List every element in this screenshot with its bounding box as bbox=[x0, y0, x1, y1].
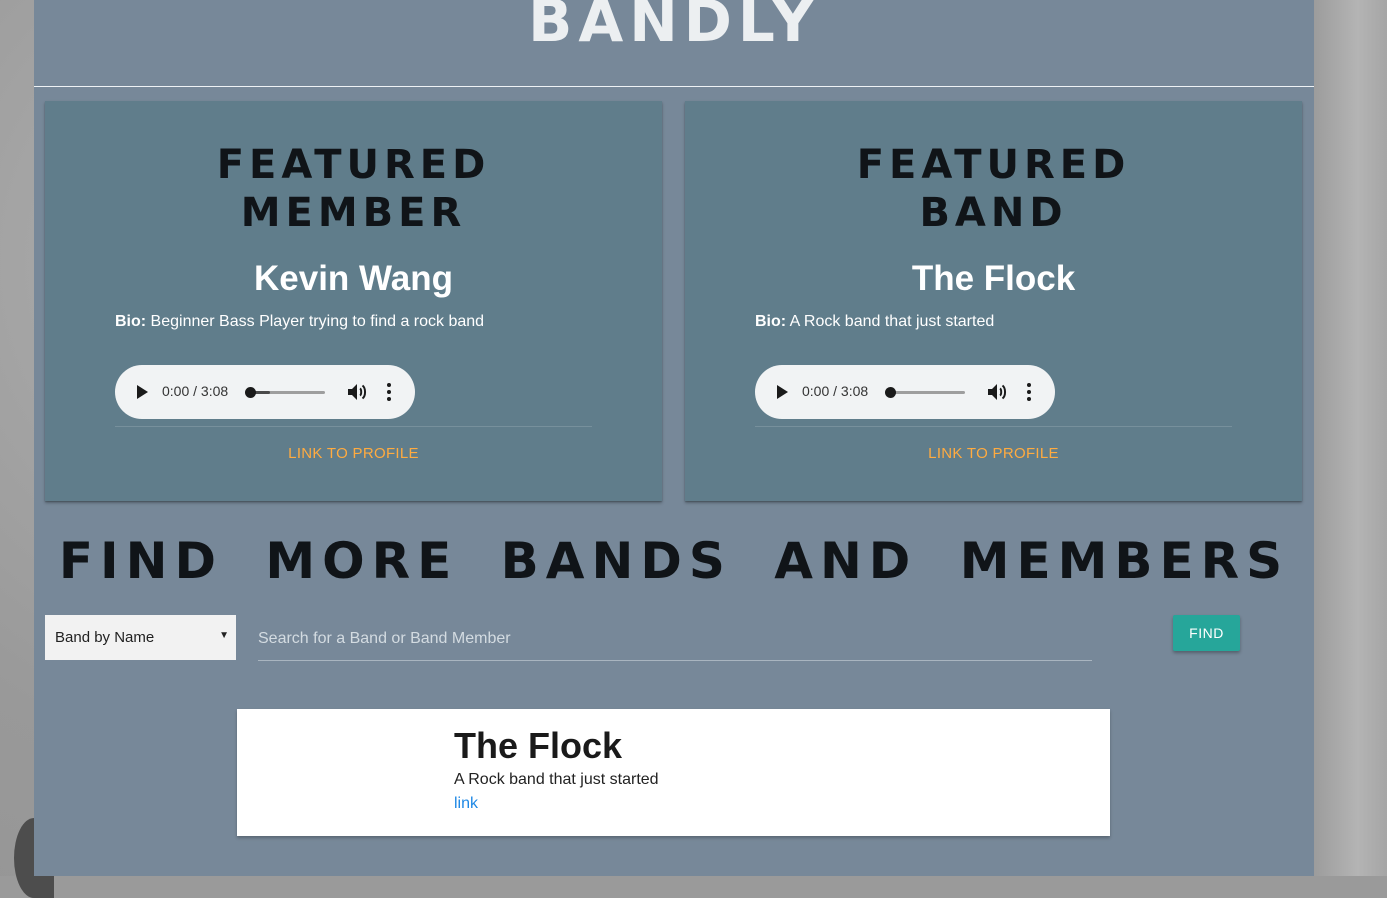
card-action-divider bbox=[115, 426, 592, 427]
featured-band-name: The Flock bbox=[911, 259, 1076, 298]
play-icon[interactable] bbox=[777, 385, 788, 399]
more-options-icon[interactable] bbox=[387, 383, 391, 401]
play-icon[interactable] bbox=[137, 385, 148, 399]
bio-text: Beginner Bass Player trying to find a ro… bbox=[146, 313, 485, 330]
audio-seek-slider[interactable] bbox=[245, 387, 325, 398]
result-link[interactable]: link bbox=[454, 795, 478, 813]
search-type-select[interactable]: Band by Name ▼ bbox=[45, 615, 236, 660]
bio-label: Bio: bbox=[115, 313, 147, 330]
member-profile-link[interactable]: LINK TO PROFILE bbox=[45, 445, 662, 462]
featured-band-heading: FEATURED BAND bbox=[856, 142, 1131, 236]
background-right-strip bbox=[1314, 0, 1387, 876]
audio-seek-slider[interactable] bbox=[885, 387, 965, 398]
volume-icon[interactable] bbox=[346, 382, 368, 402]
bio-label: Bio: bbox=[755, 313, 787, 330]
result-name: The Flock bbox=[454, 725, 623, 766]
brand-logo[interactable]: BANDLY bbox=[34, 0, 1314, 56]
audio-time: 0:00 / 3:08 bbox=[802, 383, 869, 399]
band-profile-link[interactable]: LINK TO PROFILE bbox=[685, 445, 1302, 462]
more-options-icon[interactable] bbox=[1027, 383, 1031, 401]
result-bio: A Rock band that just started bbox=[454, 771, 659, 788]
audio-time: 0:00 / 3:08 bbox=[162, 383, 229, 399]
featured-member-heading: FEATURED MEMBER bbox=[216, 142, 491, 236]
search-type-value: Band by Name bbox=[55, 629, 155, 646]
featured-member-bio: Bio: Beginner Bass Player trying to find… bbox=[115, 313, 484, 331]
audio-seek-thumb[interactable] bbox=[245, 387, 256, 398]
featured-band-card: FEATURED BAND The Flock Bio: A Rock band… bbox=[685, 101, 1302, 501]
volume-icon[interactable] bbox=[986, 382, 1008, 402]
page-container: BANDLY FEATURED MEMBER Kevin Wang Bio: B… bbox=[34, 0, 1314, 876]
card-action-divider bbox=[755, 426, 1232, 427]
featured-band-bio: Bio: A Rock band that just started bbox=[755, 313, 994, 331]
audio-player: 0:00 / 3:08 bbox=[755, 365, 1055, 419]
header-divider bbox=[34, 86, 1314, 87]
search-result-card: The Flock A Rock band that just started … bbox=[237, 709, 1110, 836]
bio-text: A Rock band that just started bbox=[786, 313, 995, 330]
audio-player: 0:00 / 3:08 bbox=[115, 365, 415, 419]
audio-seek-thumb[interactable] bbox=[885, 387, 896, 398]
featured-member-card: FEATURED MEMBER Kevin Wang Bio: Beginner… bbox=[45, 101, 662, 501]
featured-member-name: Kevin Wang bbox=[254, 259, 453, 298]
find-button[interactable]: FIND bbox=[1173, 615, 1240, 651]
find-section-title: FIND MORE BANDS AND MEMBERS bbox=[58, 532, 1290, 590]
search-input[interactable] bbox=[258, 618, 1092, 661]
dropdown-caret-icon: ▼ bbox=[219, 630, 229, 641]
